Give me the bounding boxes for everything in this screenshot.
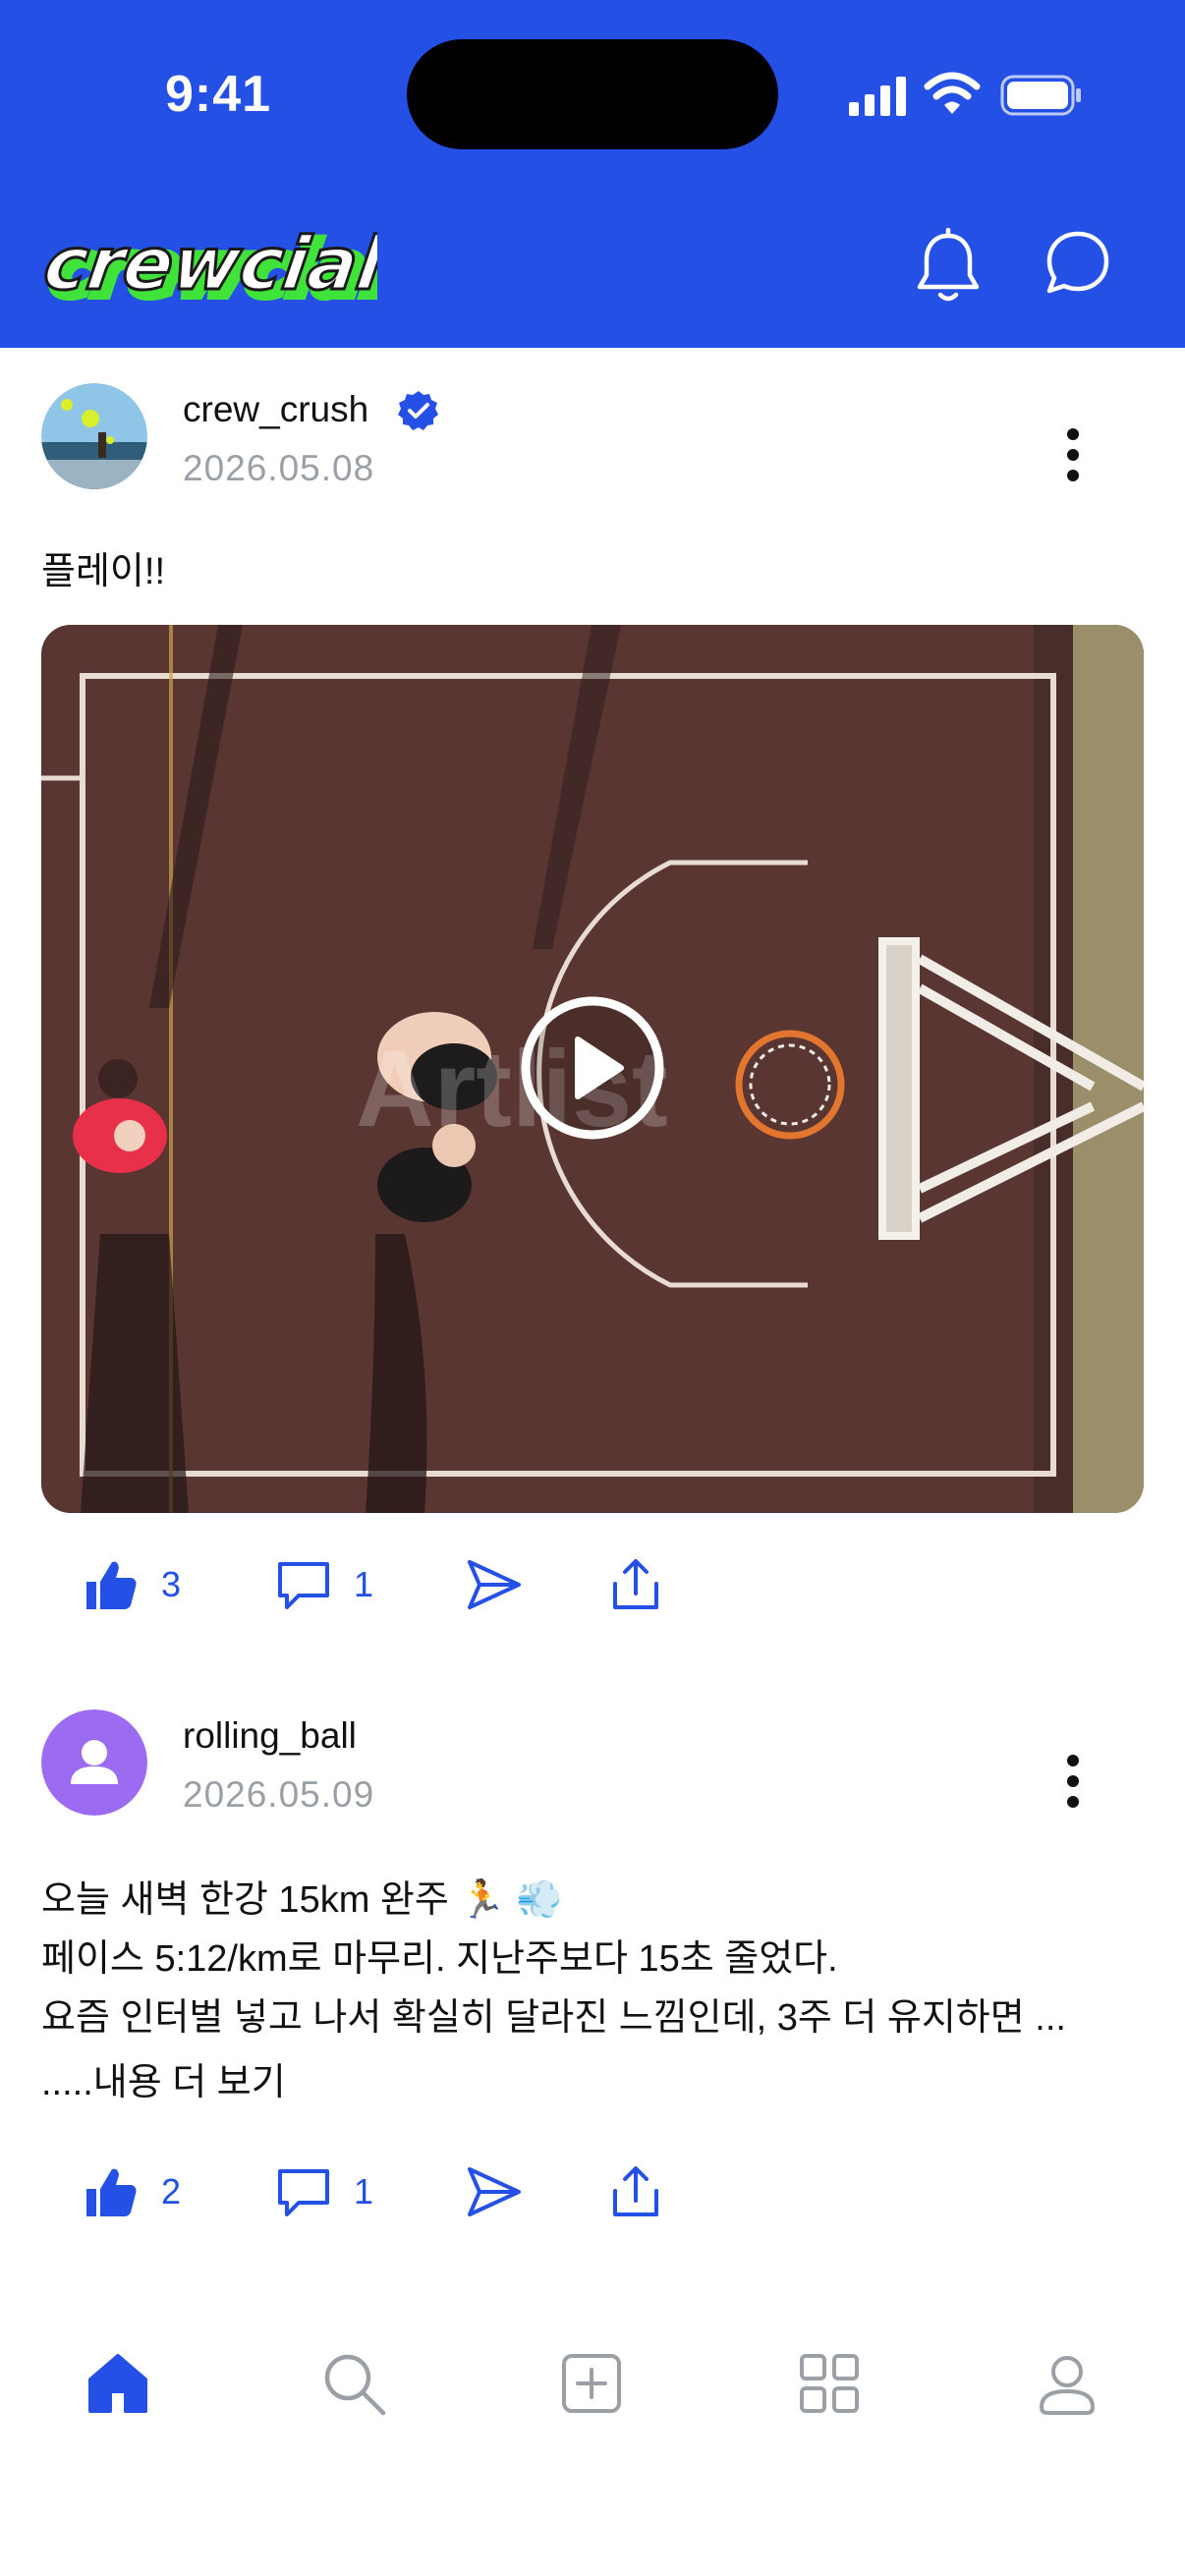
username[interactable]: rolling_ball xyxy=(183,1715,357,1757)
thumbs-up-icon xyxy=(86,2168,137,2216)
profile-icon[interactable] xyxy=(1034,2350,1100,2417)
chat-bubble-icon[interactable] xyxy=(1044,228,1112,299)
status-time: 9:41 xyxy=(165,66,272,123)
send-button[interactable] xyxy=(466,1550,523,1619)
play-icon[interactable] xyxy=(519,994,666,1142)
username[interactable]: crew_crush xyxy=(183,389,368,430)
comment-count: 1 xyxy=(354,1564,374,1604)
comment-icon xyxy=(278,1562,329,1609)
share-icon xyxy=(613,2166,658,2216)
comment-button[interactable]: 1 xyxy=(275,2157,373,2226)
post-text-line: 요즘 인터벌 넣고 나서 확실히 달라진 느낌인데, 3주 더 유지하면 ... xyxy=(41,1997,1066,2039)
send-icon xyxy=(468,2167,521,2216)
post-text: 플레이!! xyxy=(41,551,165,592)
post-date: 2026.05.08 xyxy=(183,448,375,488)
search-icon[interactable] xyxy=(320,2350,387,2417)
wifi-icon xyxy=(924,72,981,114)
crewcial-logo[interactable]: crewcial crewcial xyxy=(43,220,377,314)
read-more-link[interactable]: .....내용 더 보기 xyxy=(41,2053,286,2112)
bell-icon[interactable] xyxy=(914,228,983,305)
like-count: 3 xyxy=(161,1564,182,1604)
like-button[interactable]: 3 xyxy=(83,1550,181,1619)
home-icon[interactable] xyxy=(85,2350,151,2417)
battery-icon xyxy=(1000,75,1081,116)
more-options-icon[interactable] xyxy=(1053,1747,1093,1816)
send-icon xyxy=(468,1560,521,1609)
signal-icon xyxy=(849,77,906,116)
like-button[interactable]: 2 xyxy=(83,2157,181,2226)
post-date: 2026.05.09 xyxy=(183,1774,375,1815)
post-text-line: 오늘 새벽 한강 15km 완주 🏃 💨 xyxy=(41,1879,563,1921)
svg-text:crewcial: crewcial xyxy=(43,221,377,307)
like-count: 2 xyxy=(161,2171,182,2212)
comment-icon xyxy=(278,2169,329,2216)
verified-badge-icon xyxy=(398,391,438,430)
app-header: 9:41 crewcial crewcial xyxy=(0,0,1185,348)
avatar[interactable] xyxy=(41,383,147,489)
thumbs-up-icon xyxy=(86,1561,137,1609)
comment-button[interactable]: 1 xyxy=(275,1550,373,1619)
grid-icon[interactable] xyxy=(796,2350,863,2417)
dynamic-island xyxy=(407,39,778,149)
avatar[interactable] xyxy=(41,1709,147,1816)
comment-count: 1 xyxy=(354,2171,374,2212)
share-button[interactable] xyxy=(607,1550,664,1619)
share-button[interactable] xyxy=(607,2157,664,2226)
share-icon xyxy=(613,1559,658,1609)
add-post-icon[interactable] xyxy=(558,2350,625,2417)
more-options-icon[interactable] xyxy=(1053,420,1093,489)
post-text-line: 페이스 5:12/km로 마무리. 지난주보다 15초 줄었다. xyxy=(41,1938,838,1980)
send-button[interactable] xyxy=(466,2157,523,2226)
